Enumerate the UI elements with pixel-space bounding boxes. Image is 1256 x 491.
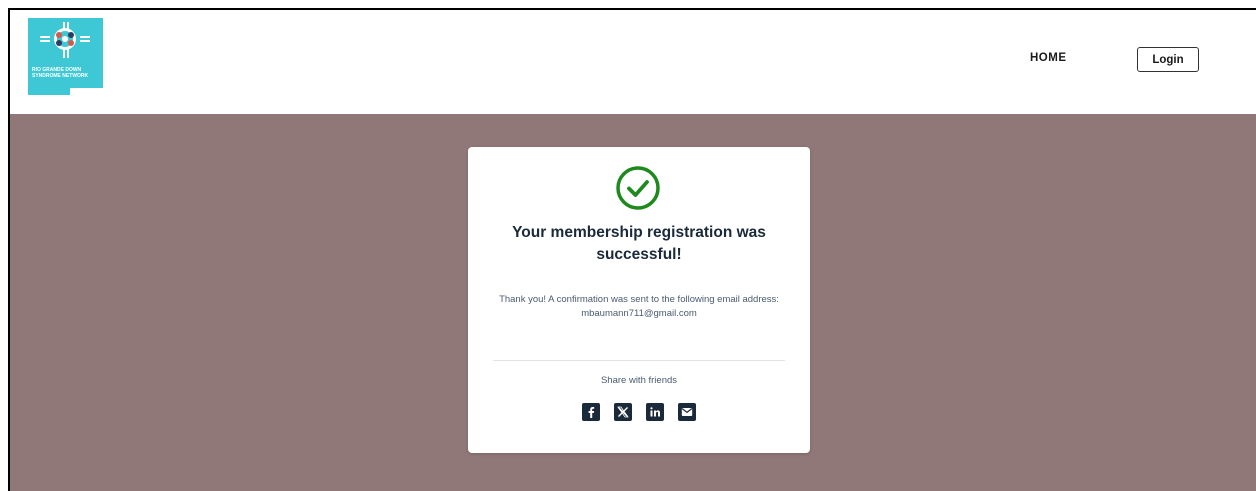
divider	[493, 360, 785, 361]
nav-home-link[interactable]: HOME	[1030, 52, 1067, 64]
social-share-bar	[468, 403, 810, 421]
site-logo[interactable]: RIO GRANDE DOWN SYNDROME NETWORK	[28, 18, 103, 101]
login-button[interactable]: Login	[1137, 47, 1199, 72]
logo-text: RIO GRANDE DOWN SYNDROME NETWORK	[32, 67, 89, 79]
success-card: Your membership registration was success…	[468, 147, 810, 453]
main-content: Your membership registration was success…	[10, 114, 1256, 491]
success-title: Your membership registration was success…	[512, 224, 766, 263]
x-icon[interactable]	[614, 403, 632, 421]
page-frame: RIO GRANDE DOWN SYNDROME NETWORK HOME Lo…	[8, 8, 1256, 491]
site-header: RIO GRANDE DOWN SYNDROME NETWORK HOME Lo…	[10, 10, 1256, 114]
share-label: Share with friends	[600, 375, 678, 386]
logo-graphic	[28, 18, 103, 101]
confirmation-message: Thank you! A confirmation was sent to th…	[499, 294, 779, 319]
facebook-icon[interactable]	[582, 403, 600, 421]
email-icon[interactable]	[678, 403, 696, 421]
success-check-icon	[616, 166, 660, 210]
linkedin-icon[interactable]	[646, 403, 664, 421]
